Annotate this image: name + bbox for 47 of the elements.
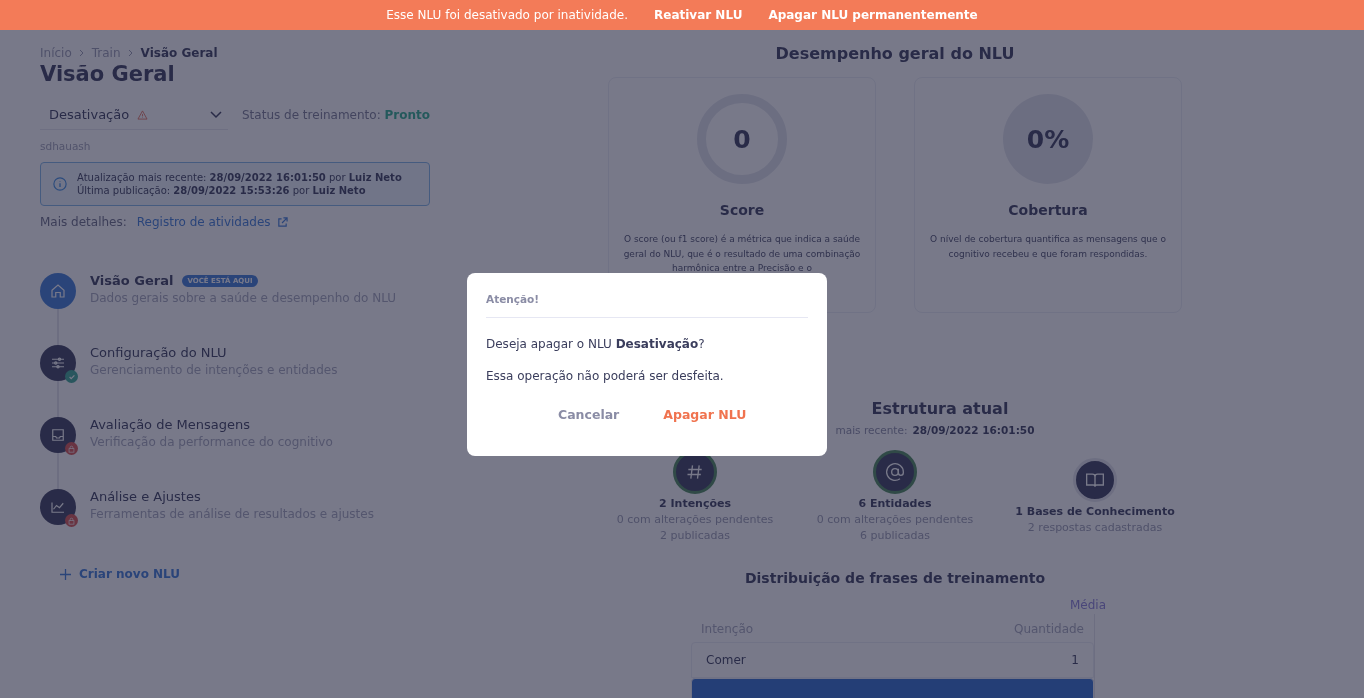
- dialog-note: Essa operação não poderá ser desfeita.: [486, 369, 725, 383]
- score-ring: 0: [697, 94, 787, 184]
- activity-log-link[interactable]: Registro de atividades: [136, 215, 288, 229]
- plus-icon: [60, 568, 71, 580]
- metric-description: O nível de cobertura quantifica as mensagens que o cognitivo recebeu e que foram respondidas.: [929, 233, 1167, 261]
- more-details-label: Mais detalhes:: [40, 215, 127, 229]
- structure-title: 2 Intenções: [658, 496, 731, 512]
- external-link-icon: [276, 216, 288, 228]
- step-title[interactable]: Análise e Ajustes: [90, 489, 201, 504]
- create-nlu-button[interactable]: Criar novo NLU: [60, 567, 430, 581]
- metric-title: Score: [719, 202, 765, 218]
- cancel-button[interactable]: Cancelar: [558, 407, 620, 422]
- step-title[interactable]: Visão Geral: [90, 273, 174, 288]
- nlu-select[interactable]: Desativação: [40, 100, 228, 130]
- page-title: Visão Geral: [40, 62, 176, 86]
- section-title: Distribuição de frases de treinamento: [744, 570, 1046, 586]
- step-title[interactable]: Avaliação de Mensagens: [90, 417, 251, 432]
- breadcrumb-link[interactable]: Visão Geral: [140, 46, 218, 60]
- step-icon-circle[interactable]: [40, 345, 76, 381]
- banner-link[interactable]: Apagar NLU permanentemente: [768, 8, 978, 22]
- banner-message: Esse NLU foi desativado por inatividade.: [386, 8, 629, 22]
- inbox-icon: [49, 426, 67, 444]
- step-icon-circle[interactable]: [40, 417, 76, 453]
- step-title[interactable]: Configuração do NLU: [90, 345, 227, 360]
- delete-button[interactable]: Apagar NLU: [663, 407, 747, 422]
- banner-link[interactable]: Reativar NLU: [654, 8, 743, 22]
- hash-icon: [685, 462, 705, 482]
- info-line: Última publicação: 28/09/2022 15:53:26 por Luiz Neto: [77, 184, 367, 197]
- home-icon: [49, 282, 67, 300]
- structure-title: 6 Entidades: [858, 496, 932, 512]
- table-row[interactable]: Comer 1: [691, 642, 1094, 678]
- coverage-disc: 0%: [1003, 94, 1093, 184]
- chevron-down-icon: [210, 110, 222, 119]
- section-title: Desempenho geral do NLU: [775, 44, 1015, 63]
- step-icon-circle[interactable]: [40, 273, 76, 309]
- dialog-title: Atenção!: [486, 293, 808, 318]
- structure-title: 1 Bases de Conhecimento: [1015, 504, 1175, 520]
- section-title: Estrutura atual: [871, 399, 1009, 418]
- step-icon-circle[interactable]: [40, 489, 76, 525]
- update-date: 28/09/2022 16:01:50: [912, 424, 1035, 436]
- chevron-right-icon: [126, 49, 135, 57]
- metric-title: Cobertura: [1008, 202, 1088, 218]
- chevron-right-icon: [77, 49, 86, 57]
- at-sign-icon: [885, 462, 905, 482]
- info-icon: [53, 177, 67, 191]
- info-line: Atualização mais recente: 28/09/2022 16:01:50 por Luiz Neto: [77, 171, 402, 184]
- dialog-message: Deseja apagar o NLU Desativação?: [486, 337, 706, 351]
